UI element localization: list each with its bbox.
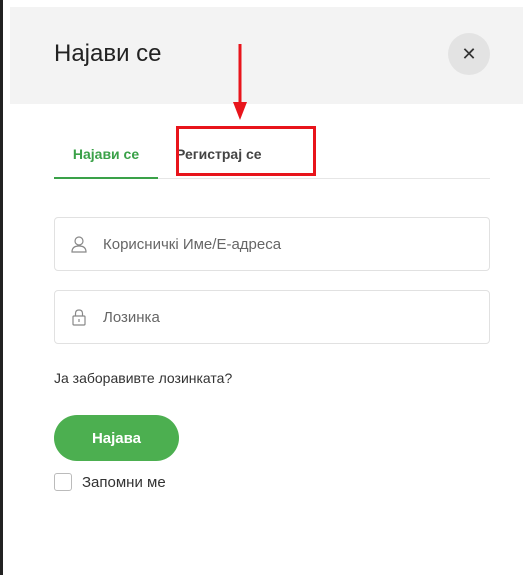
forgot-password-link[interactable]: Ја заборавивте лозинката? bbox=[54, 370, 232, 386]
remember-me-checkbox[interactable] bbox=[54, 473, 72, 491]
username-input[interactable] bbox=[101, 234, 465, 254]
login-modal: Најави се ✕ Најави се Регистрај се Корис… bbox=[10, 0, 523, 575]
modal-title: Најави се bbox=[54, 40, 162, 67]
annotation-arrow-icon bbox=[233, 44, 247, 120]
remember-me-label: Запомни ме bbox=[82, 473, 166, 491]
username-field bbox=[54, 217, 490, 271]
lock-icon bbox=[69, 307, 89, 327]
tab-login[interactable]: Најави се bbox=[54, 130, 158, 179]
remember-me: Запомни ме bbox=[54, 473, 166, 491]
login-button[interactable]: Најава bbox=[54, 415, 179, 461]
annotation-highlight-box bbox=[176, 126, 316, 176]
password-input[interactable] bbox=[101, 307, 465, 327]
modal-header: Најави се ✕ bbox=[10, 7, 523, 104]
user-icon bbox=[69, 234, 89, 254]
window-edge bbox=[0, 0, 3, 575]
close-button[interactable]: ✕ bbox=[448, 33, 490, 75]
password-field bbox=[54, 290, 490, 344]
close-icon: ✕ bbox=[461, 43, 477, 64]
